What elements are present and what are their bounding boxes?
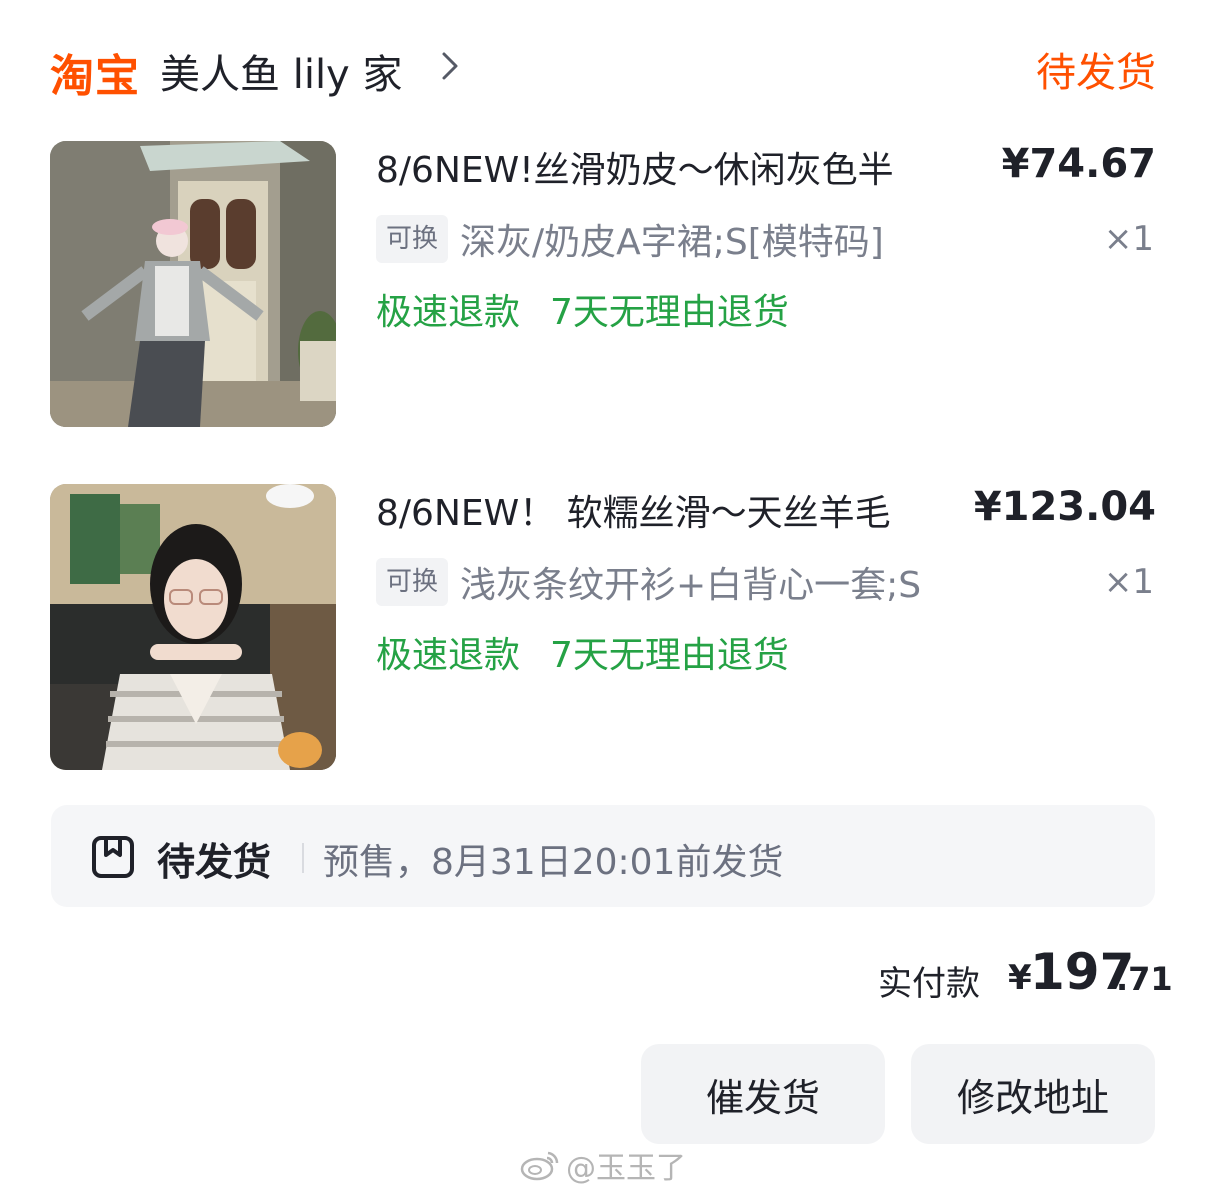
service-fast-refund: 极速退款 [376, 292, 521, 333]
product-quantity: ×1 [1103, 219, 1154, 259]
order-status: 待发货 [1036, 50, 1156, 96]
modify-address-button[interactable]: 修改地址 [911, 1044, 1155, 1144]
product-price: ¥74.67 [1001, 141, 1156, 187]
product-title[interactable]: 8/6NEW！ 软糯丝滑～天丝羊毛 [376, 484, 976, 536]
service-fast-refund: 极速退款 [376, 635, 521, 676]
shipping-status-bar[interactable]: 待发货 预售，8月31日20:01前发货 [51, 805, 1155, 907]
service-7day-return: 7天无理由退货 [550, 635, 789, 676]
watermark: @玉玉了 [520, 1146, 686, 1186]
package-box-icon [92, 836, 134, 878]
shop-name-link[interactable]: 美人鱼 lily 家 [160, 42, 402, 100]
shipping-note: 预售，8月31日20:01前发货 [323, 842, 784, 883]
product-title[interactable]: 8/6NEW!丝滑奶皮～休闲灰色半 [376, 141, 976, 193]
order-card-header: 淘宝 美人鱼 lily 家 待发货 [50, 38, 1156, 102]
product-image[interactable] [50, 141, 336, 427]
order-item[interactable]: 8/6NEW!丝滑奶皮～休闲灰色半 ¥74.67 可换 深灰/奶皮A字裙;S[模… [50, 141, 1156, 431]
product-image[interactable] [50, 484, 336, 770]
divider [302, 843, 304, 873]
order-item[interactable]: 8/6NEW！ 软糯丝滑～天丝羊毛 ¥123.04 可换 浅灰条纹开衫+白背心一… [50, 484, 1156, 774]
total-amount-decimal: .71 [1116, 960, 1173, 998]
taobao-logo: 淘宝 [50, 51, 140, 102]
service-7day-return: 7天无理由退货 [550, 292, 789, 333]
chevron-right-icon[interactable] [438, 48, 462, 84]
product-price: ¥123.04 [973, 484, 1156, 530]
urge-shipment-button[interactable]: 催发货 [641, 1044, 885, 1144]
weibo-icon [520, 1151, 559, 1181]
total-label: 实付款 [878, 964, 980, 1004]
exchange-tag: 可换 [376, 558, 449, 606]
product-spec: 深灰/奶皮A字裙;S[模特码] [460, 222, 884, 263]
exchange-tag: 可换 [376, 215, 449, 263]
watermark-text: @玉玉了 [566, 1151, 686, 1186]
shipping-status-label: 待发货 [157, 840, 272, 884]
total-currency: ¥ [1008, 958, 1032, 998]
product-quantity: ×1 [1103, 562, 1154, 602]
product-spec: 浅灰条纹开衫+白背心一套;S [460, 565, 922, 606]
